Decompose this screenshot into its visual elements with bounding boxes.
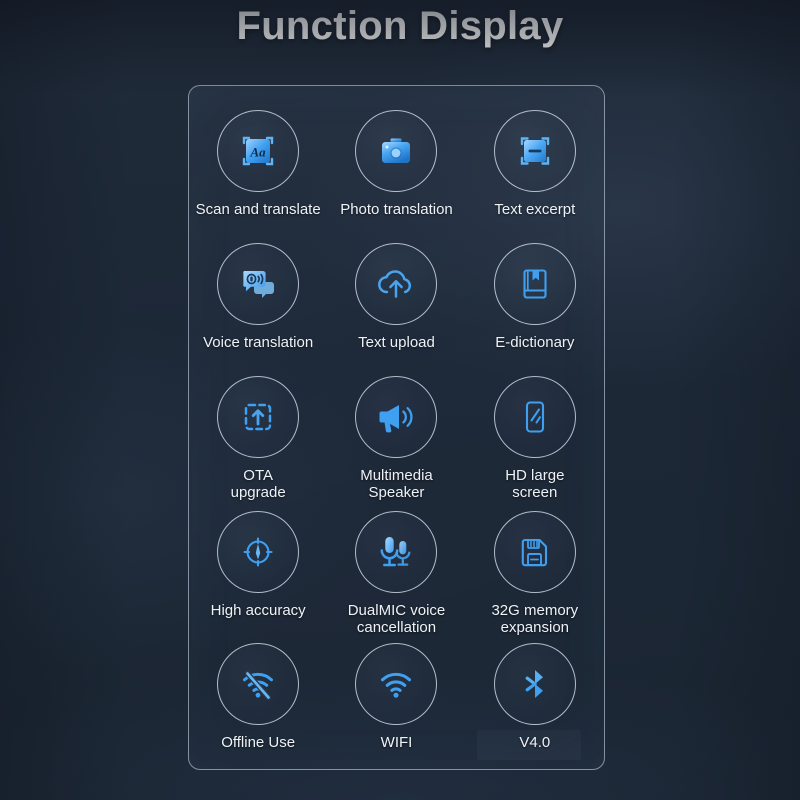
feature-panel: Aa Scan and translate Photo translation … [188,85,605,770]
feature-row: OTA upgrade Multimedia Speaker HD large … [189,376,604,501]
feature-label: V4.0 [519,734,551,751]
ota-upgrade-icon[interactable] [217,376,300,458]
feature-label: WIFI [380,734,413,751]
feature-item-photo-translation[interactable]: Photo translation [327,110,465,218]
bluetooth-icon[interactable] [493,643,576,725]
feature-item-scan-and-translate[interactable]: Aa Scan and translate [189,110,327,218]
feature-item-e-dictionary[interactable]: E-dictionary [466,243,604,351]
megaphone-icon[interactable] [355,376,438,458]
feature-item-multimedia-speaker[interactable]: Multimedia Speaker [327,376,465,501]
feature-item-text-upload[interactable]: Text upload [327,243,465,351]
svg-text:Aa: Aa [250,145,267,160]
feature-item-voice-translation[interactable]: Voice translation [189,243,327,351]
feature-item-offline-use[interactable]: Offline Use [189,643,327,751]
phone-screen-icon[interactable] [493,376,576,458]
feature-row: Aa Scan and translate Photo translation … [189,110,604,218]
memory-card-icon[interactable] [493,511,576,593]
feature-label: 32G memory expansion [491,602,579,636]
feature-row: Offline Use WIFI V4.0 [189,643,604,751]
feature-row: High accuracy DualMIC voice cancellation… [189,511,604,636]
feature-item-hd-large-screen[interactable]: HD large screen [466,376,604,501]
page-title: Function Display [236,4,564,48]
feature-label: Text excerpt [494,201,576,218]
dual-microphone-icon[interactable] [355,511,438,593]
feature-label: DualMIC voice cancellation [347,602,446,636]
crosshair-icon[interactable] [217,511,300,593]
feature-label: E-dictionary [495,334,575,351]
camera-icon[interactable] [355,110,438,192]
scan-translate-icon[interactable]: Aa [217,110,300,192]
feature-item-bluetooth-version[interactable]: V4.0 [466,643,604,751]
wifi-icon[interactable] [355,643,438,725]
feature-item-wifi[interactable]: WIFI [327,643,465,751]
book-bookmark-icon[interactable] [493,243,576,325]
feature-label: OTA upgrade [230,467,286,501]
feature-label: Multimedia Speaker [360,467,433,501]
wifi-off-icon[interactable] [217,643,300,725]
feature-label: High accuracy [210,602,306,619]
feature-label: Voice translation [203,334,314,351]
text-excerpt-icon[interactable] [493,110,576,192]
feature-row: Voice translation Text upload E-dictiona… [189,243,604,351]
feature-label: HD large screen [505,467,565,501]
feature-item-text-excerpt[interactable]: Text excerpt [466,110,604,218]
feature-label: Photo translation [340,201,453,218]
cloud-upload-icon[interactable] [355,243,438,325]
feature-item-dualmic-voice-cancellation[interactable]: DualMIC voice cancellation [327,511,465,636]
feature-label: Scan and translate [195,201,321,218]
feature-item-high-accuracy[interactable]: High accuracy [189,511,327,636]
feature-item-32g-memory-expansion[interactable]: 32G memory expansion [466,511,604,636]
feature-label: Offline Use [221,734,296,751]
voice-translation-icon[interactable] [217,243,300,325]
feature-item-ota-upgrade[interactable]: OTA upgrade [189,376,327,501]
feature-label: Text upload [358,334,435,351]
